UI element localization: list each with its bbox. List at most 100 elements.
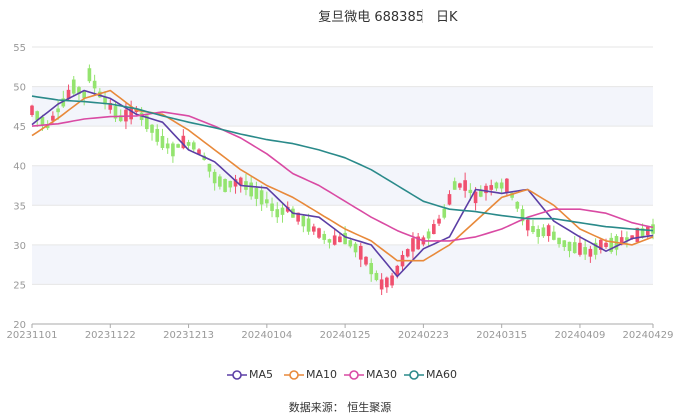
candle-body	[223, 179, 227, 192]
candle-body	[254, 187, 259, 199]
x-tick-label: 20240125	[320, 330, 371, 341]
candle-body	[343, 232, 347, 245]
x-tick-label: 20240104	[241, 330, 292, 341]
x-tick-label: 20231101	[7, 330, 58, 341]
candle-body	[588, 248, 593, 257]
candle-body	[567, 241, 572, 252]
x-tick-label: 20231122	[85, 330, 136, 341]
x-tick-label: 20240429	[623, 330, 674, 341]
candle-body	[489, 185, 494, 190]
candle-body	[463, 180, 467, 191]
candle-body	[578, 242, 582, 255]
candle-body	[405, 249, 410, 257]
candle-body	[249, 182, 253, 197]
candle-body	[515, 201, 520, 209]
legend-ma60-icon	[404, 370, 424, 380]
candle-body	[447, 194, 452, 205]
legend-ma10-icon	[284, 370, 304, 380]
candle-body	[30, 105, 34, 116]
candle-body	[218, 176, 222, 187]
legend-label-ma60: MA60	[426, 368, 458, 381]
candle-body	[275, 209, 280, 218]
candle-body	[432, 224, 436, 235]
candle-body	[87, 68, 92, 82]
candle-body	[572, 242, 577, 254]
candle-body	[191, 142, 196, 150]
candle-body	[604, 242, 608, 247]
candle-body	[525, 219, 530, 231]
x-tick-label: 20240409	[554, 330, 605, 341]
candle-body	[651, 224, 655, 234]
candle-body	[458, 183, 462, 188]
legend-label-ma30: MA30	[366, 368, 398, 381]
candle-body	[369, 263, 374, 275]
candle-body	[426, 231, 431, 239]
candle-body	[150, 124, 154, 133]
candle-body	[499, 182, 504, 189]
x-tick-label: 20240223	[398, 330, 449, 341]
candle-body	[92, 80, 97, 89]
candle-body	[327, 239, 332, 243]
candle-body	[494, 182, 499, 189]
legend-label-ma10: MA10	[306, 368, 338, 381]
y-tick-label: 50	[13, 83, 26, 94]
candle-body	[531, 226, 535, 233]
candle-body	[374, 272, 379, 281]
candle-body	[442, 208, 447, 218]
candle-body	[176, 144, 180, 148]
candle-body	[317, 228, 321, 238]
legend-ma5-icon	[227, 370, 247, 380]
candle-body	[557, 237, 561, 245]
legend: MA5 MA10 MA30 MA60	[0, 367, 680, 383]
candle-body	[583, 247, 587, 255]
candle-body	[353, 243, 358, 253]
candle-body	[411, 238, 415, 252]
candle-body	[186, 142, 191, 146]
candle-body	[338, 236, 342, 243]
candle-body	[270, 203, 274, 212]
candle-body	[160, 135, 165, 148]
candle-body	[358, 245, 363, 260]
legend-label-ma5: MA5	[249, 368, 274, 381]
candle-body	[552, 231, 556, 240]
candle-body	[71, 79, 76, 94]
candle-body	[348, 240, 353, 247]
candle-body	[212, 171, 217, 184]
candle-body	[311, 226, 316, 232]
grid-band	[32, 244, 653, 285]
y-tick-label: 40	[13, 162, 26, 173]
candle-body	[56, 108, 60, 113]
candle-body	[207, 163, 212, 172]
candle-body	[332, 235, 337, 245]
chart-stage: 复旦微电 688385 日K 20 25 30 35 40 45 50 55 20231101 2…	[0, 0, 680, 414]
candle-body	[546, 225, 551, 237]
candle-body	[541, 227, 546, 237]
candle-body	[536, 229, 541, 237]
x-tick-label: 20240315	[476, 330, 527, 341]
candle-body	[280, 207, 285, 215]
y-tick-label: 45	[13, 122, 26, 133]
kline-chart: 202530354045505520231101 20231122 20231213…	[7, 43, 674, 341]
candle-body	[301, 215, 306, 227]
candle-body	[468, 189, 473, 194]
legend-ma30-icon	[344, 370, 364, 380]
candle-body	[259, 190, 264, 205]
y-tick-label: 35	[13, 201, 26, 212]
candle-body	[562, 240, 567, 248]
candle-body	[322, 233, 327, 240]
y-tick-label: 30	[13, 241, 26, 252]
candle-body	[505, 178, 509, 193]
candle-body	[228, 180, 233, 188]
candle-body	[364, 256, 368, 265]
candle-body	[385, 277, 389, 288]
y-tick-label: 25	[13, 280, 26, 291]
candle-body	[155, 128, 160, 142]
candle-body	[379, 279, 384, 290]
candle-body	[171, 143, 175, 157]
candle-body	[165, 143, 170, 149]
candle-body	[437, 218, 441, 224]
x-tick-label: 20231213	[163, 330, 214, 341]
y-tick-label: 55	[13, 43, 26, 54]
candle-body	[265, 199, 269, 204]
candle-body	[306, 218, 311, 232]
